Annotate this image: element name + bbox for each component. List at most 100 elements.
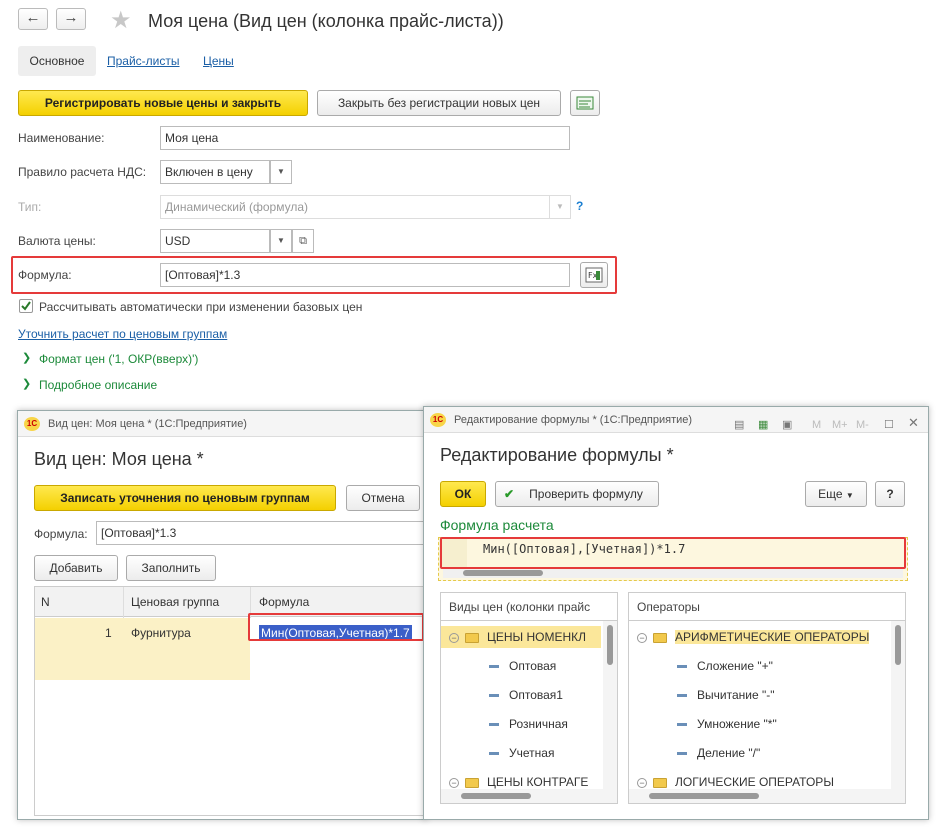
col-header-group[interactable]: Ценовая группа [131, 595, 219, 609]
memory-icon[interactable]: M [812, 412, 821, 438]
checkmark-icon: ✔ [504, 487, 515, 501]
chevron-right-icon[interactable]: ❯ [22, 351, 31, 364]
tree-item-label: Деление "/" [697, 746, 761, 760]
collapse-icon[interactable]: − [449, 632, 459, 643]
price-groups-link[interactable]: Уточнить расчет по ценовым группам [18, 327, 227, 341]
collapse-icon[interactable]: − [637, 632, 647, 643]
check-formula-button[interactable]: ✔ Проверить формулу [495, 481, 659, 507]
tree-item-label: Сложение "+" [697, 659, 773, 673]
tree-vscroll[interactable] [891, 621, 905, 803]
tree-vscroll[interactable] [603, 621, 617, 803]
save-price-groups-button[interactable]: Записать уточнения по ценовым группам [34, 485, 336, 511]
report-icon-button[interactable] [570, 90, 600, 116]
col-header-n[interactable]: N [41, 595, 50, 609]
tree-group-price[interactable]: − ЦЕНЫ НОМЕНКЛ [441, 626, 601, 648]
vat-dropdown-icon[interactable]: ▼ [270, 160, 292, 184]
page-title: Моя цена (Вид цен (колонка прайс-листа)) [148, 11, 504, 31]
forward-button[interactable]: → [56, 8, 86, 30]
formula-field[interactable]: [Оптовая]*1.3 [160, 263, 570, 287]
tree-item-label: Розничная [509, 717, 568, 731]
col-header-formula[interactable]: Формула [259, 595, 309, 609]
tree-item[interactable]: Розничная [441, 713, 601, 735]
tree-item-label: Оптовая [509, 659, 557, 673]
back-button[interactable]: ← [18, 8, 48, 30]
tree-item[interactable]: Умножение "*" [629, 713, 889, 735]
row-group: Фурнитура [131, 626, 191, 640]
add-button[interactable]: Добавить [34, 555, 118, 581]
tab-prices[interactable]: Цены [203, 54, 234, 68]
tree-item[interactable]: Сложение "+" [629, 655, 889, 677]
currency-select[interactable]: USD [160, 229, 270, 253]
help-button[interactable]: ? [875, 481, 905, 507]
tree-item-label: Оптовая1 [509, 688, 563, 702]
name-field[interactable]: Моя цена [160, 126, 570, 150]
window-heading: Редактирование формулы * [440, 445, 674, 465]
currency-label: Валюта цены: [18, 234, 96, 248]
operator-icon [677, 752, 687, 756]
tree-item-label: Умножение "*" [697, 717, 777, 731]
chevron-right-icon[interactable]: ❯ [22, 377, 31, 390]
formula-hscroll[interactable] [443, 568, 903, 578]
formula-section-label: Формула расчета [440, 517, 554, 533]
close-without-register-button[interactable]: Закрыть без регистрации новых цен [317, 90, 561, 116]
description-toggle[interactable]: Подробное описание [39, 378, 157, 392]
print-icon[interactable]: ▤ [734, 412, 744, 438]
tab-price-lists[interactable]: Прайс-листы [107, 54, 180, 68]
auto-calc-label: Рассчитывать автоматически при изменении… [39, 300, 363, 314]
price-format-toggle[interactable]: Формат цен ('1, ОКР(вверх)') [39, 352, 198, 366]
tree-item[interactable]: Деление "/" [629, 742, 889, 764]
tree-group-arithmetic[interactable]: − АРИФМЕТИЧЕСКИЕ ОПЕРАТОРЫ [629, 626, 889, 648]
collapse-icon[interactable]: − [637, 777, 647, 788]
report-icon [576, 96, 594, 110]
register-and-close-button[interactable]: Регистрировать новые цены и закрыть [18, 90, 308, 116]
price-type-window: 1С Вид цен: Моя цена * (1С:Предприятие) … [17, 410, 429, 820]
ok-button[interactable]: ОК [440, 481, 486, 507]
auto-calc-checkbox[interactable] [19, 299, 33, 313]
folder-icon [465, 777, 479, 788]
memory-plus-icon[interactable]: M+ [832, 412, 848, 438]
attribute-icon [489, 665, 499, 669]
fill-button[interactable]: Заполнить [126, 555, 216, 581]
favorite-star-icon[interactable]: ★ [110, 6, 132, 35]
formula-field[interactable]: [Оптовая]*1.3 [96, 521, 426, 545]
folder-icon [653, 777, 667, 788]
formula-editor-button[interactable]: Fx [580, 262, 608, 288]
tree-header: Виды цен (колонки прайс [441, 593, 617, 621]
type-help-icon[interactable]: ? [576, 199, 583, 213]
close-icon[interactable]: ✕ [908, 410, 919, 436]
formula-label: Формула: [18, 268, 72, 282]
tree-group-label: ЦЕНЫ КОНТРАГЕ [487, 775, 589, 789]
formula-code-highlight-box [440, 537, 906, 569]
operator-icon [677, 723, 687, 727]
cancel-button[interactable]: Отмена [346, 485, 420, 511]
tree-item[interactable]: Вычитание "-" [629, 684, 889, 706]
collapse-icon[interactable]: − [449, 777, 459, 788]
calculator-icon[interactable]: ▦ [758, 412, 768, 438]
tree-item-label: Учетная [509, 746, 555, 760]
folder-icon [653, 632, 667, 643]
tree-hscroll[interactable] [629, 789, 891, 803]
memory-minus-icon[interactable]: M- [856, 412, 869, 438]
attribute-icon [489, 723, 499, 727]
type-select: Динамический (формула) [160, 195, 550, 219]
tree-header: Операторы [629, 593, 905, 621]
calendar-icon[interactable]: ▣ [782, 412, 792, 438]
restore-window-icon[interactable]: ☐ [884, 412, 894, 438]
vat-select[interactable]: Включен в цену [160, 160, 270, 184]
operator-icon [677, 665, 687, 669]
1c-logo-icon: 1С [430, 413, 446, 427]
row-number: 1 [105, 626, 112, 640]
tab-main[interactable]: Основное [18, 46, 96, 76]
formula-label: Формула: [34, 527, 88, 541]
operator-icon [677, 694, 687, 698]
tree-item[interactable]: Оптовая [441, 655, 601, 677]
window-title-text: Вид цен: Моя цена * (1С:Предприятие) [48, 418, 247, 430]
tree-item[interactable]: Учетная [441, 742, 601, 764]
currency-dropdown-icon[interactable]: ▼ [270, 229, 292, 253]
tree-item[interactable]: Оптовая1 [441, 684, 601, 706]
attribute-icon [489, 694, 499, 698]
tree-hscroll[interactable] [441, 789, 603, 803]
more-button[interactable]: Еще ▼ [805, 481, 867, 507]
type-dropdown-icon: ▼ [549, 195, 571, 219]
currency-open-icon[interactable]: ⧉ [292, 229, 314, 253]
